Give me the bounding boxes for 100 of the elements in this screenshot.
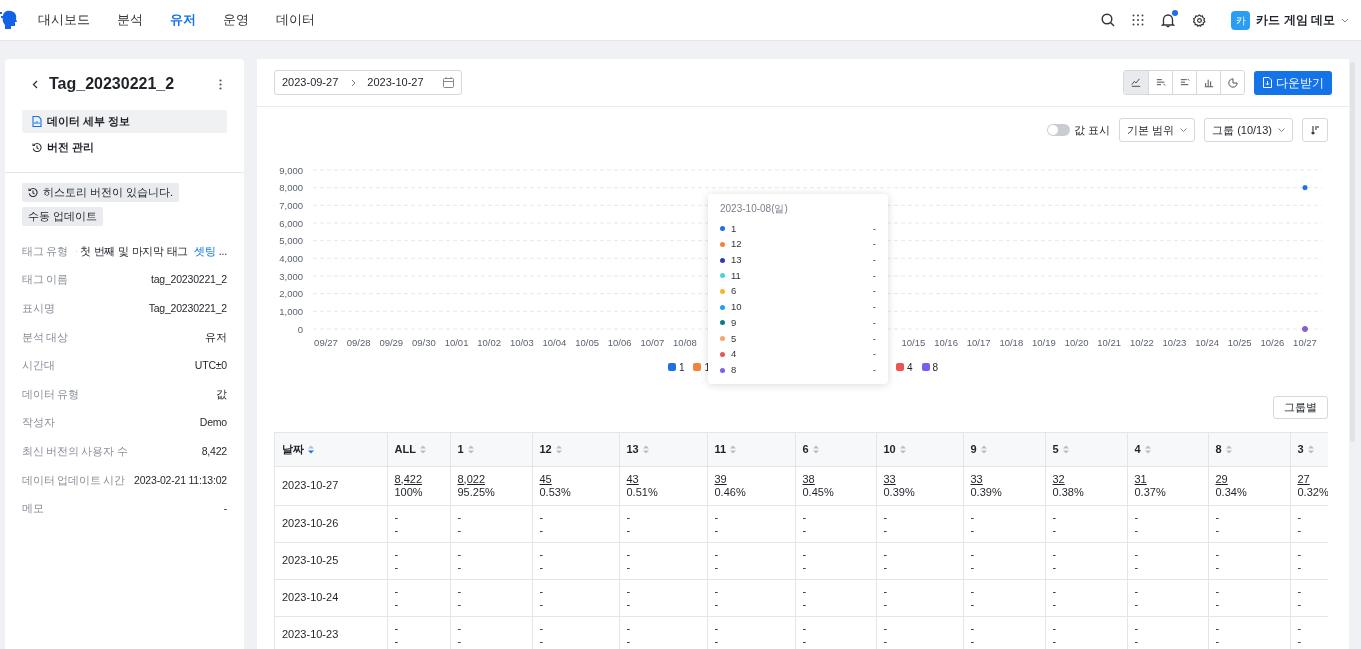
count-value[interactable]: 33 (970, 472, 983, 486)
back-icon[interactable] (32, 79, 38, 89)
sort-icon[interactable] (730, 444, 737, 454)
x-tick-label: 10/21 (1097, 337, 1122, 348)
count-value[interactable]: 43 (626, 472, 639, 486)
calendar-icon[interactable] (443, 77, 454, 88)
percent-value: - (394, 560, 399, 574)
count-value[interactable]: 29 (1215, 472, 1228, 486)
count-value: - (394, 584, 399, 598)
sort-icon[interactable] (642, 444, 649, 454)
count-value[interactable]: 32 (1052, 472, 1065, 486)
percent-value: - (714, 560, 719, 574)
percent-value: - (1134, 560, 1139, 574)
count-value: - (802, 584, 807, 598)
property-value: Demo (199, 415, 227, 431)
sort-icon[interactable] (419, 444, 426, 454)
status-tag: 히스토리 버전이 있습니다. (22, 183, 180, 202)
sort-icon[interactable] (555, 444, 562, 454)
sort-icon[interactable] (1307, 444, 1314, 454)
sidebar-menu-item[interactable]: 버전 관리 (22, 136, 227, 159)
property-value: - (223, 501, 227, 517)
y-tick-label: 1,000 (279, 305, 303, 317)
percent-value: - (539, 523, 544, 537)
more-icon[interactable] (219, 78, 222, 90)
sort-icon[interactable] (308, 444, 314, 454)
document-icon (32, 116, 42, 127)
logo-icon[interactable] (0, 10, 18, 30)
property-value: 유저 (205, 329, 227, 345)
count-value[interactable]: 31 (1134, 472, 1147, 486)
count-value: - (394, 621, 399, 635)
percent-value: - (970, 634, 975, 648)
percent-value: - (1297, 597, 1302, 611)
column-header: 9 (970, 442, 977, 457)
property-label: 태그 이름 (22, 272, 68, 288)
sort-icon[interactable] (467, 444, 474, 454)
count-value: - (1297, 510, 1302, 524)
end-date: 2023-10-27 (367, 75, 424, 91)
toggle-switch[interactable] (1046, 124, 1070, 136)
count-value[interactable]: 8,022 (457, 472, 486, 486)
count-value: - (714, 621, 719, 635)
percent-value: - (883, 597, 888, 611)
chevron-down-icon[interactable] (1341, 17, 1349, 23)
percent-value: - (394, 634, 399, 648)
x-tick-label: 10/16 (934, 337, 958, 348)
legend-item[interactable]: 4 (896, 359, 913, 375)
percent-value: - (457, 634, 462, 648)
x-tick-label: 10/04 (542, 337, 567, 348)
chart-type-button[interactable] (1124, 71, 1148, 94)
legend-item[interactable]: 8 (921, 359, 939, 375)
settings-icon[interactable] (1193, 13, 1207, 27)
date-cell: 2023-10-24 (282, 591, 339, 603)
chart-type-button[interactable] (1220, 71, 1244, 94)
sort-icon[interactable] (1062, 444, 1069, 454)
percent-value: - (1134, 597, 1139, 611)
count-value[interactable]: 39 (714, 472, 727, 486)
sort-icon[interactable] (899, 444, 906, 454)
count-value: - (1052, 584, 1057, 598)
sort-icon[interactable] (812, 444, 819, 454)
grid-icon[interactable] (1132, 14, 1145, 26)
column-header: ALL (394, 442, 416, 457)
nav-tab[interactable]: 분석 (117, 10, 143, 30)
percent-value: - (970, 560, 975, 574)
count-value: - (1215, 621, 1220, 635)
date-range-field[interactable]: 2023-09-27 2023-10-27 (274, 70, 462, 95)
percent-value: - (714, 523, 719, 537)
percent-value: - (394, 523, 399, 537)
sort-icon[interactable] (1144, 444, 1151, 454)
count-value[interactable]: 8,422 (394, 472, 423, 486)
download-button[interactable]: 다운받기 (1254, 70, 1332, 95)
nav-tab[interactable]: 대시보드 (38, 10, 90, 30)
count-value: - (539, 621, 544, 635)
project-name[interactable]: 카드 게임 데모 (1256, 11, 1335, 29)
date-cell: 2023-10-25 (282, 554, 339, 566)
more-text[interactable]: ... (218, 243, 227, 260)
bell-icon[interactable] (1161, 12, 1176, 28)
group-view-button[interactable]: 그룹별 (1273, 396, 1328, 419)
nav-tab[interactable]: 운영 (223, 10, 249, 30)
sort-button[interactable] (1302, 118, 1328, 142)
history-icon (28, 187, 38, 198)
count-value[interactable]: 33 (883, 472, 896, 486)
toggle-label: 값 표시 (1073, 122, 1110, 138)
group-dropdown[interactable]: 그룹 (10/13) (1204, 118, 1293, 142)
x-tick-label: 10/26 (1260, 337, 1285, 348)
y-tick-label: 9,000 (279, 164, 303, 176)
sort-icon[interactable] (1225, 444, 1232, 454)
search-icon[interactable] (1101, 13, 1116, 27)
sidebar-menu-item[interactable]: 데이터 세부 정보 (22, 110, 227, 133)
count-value: - (883, 584, 888, 598)
property-value: 값 (216, 386, 227, 402)
count-value[interactable]: 27 (1297, 472, 1310, 486)
count-value[interactable]: 45 (539, 472, 552, 486)
count-value[interactable]: 38 (802, 472, 815, 486)
scrollbar[interactable] (1350, 62, 1355, 442)
sort-icon[interactable] (980, 444, 987, 454)
legend-item[interactable]: 1 (667, 359, 685, 375)
nav-tab[interactable]: 유저 (170, 10, 196, 30)
settings-link[interactable]: 셋팅 (194, 243, 216, 260)
percent-value: - (539, 634, 544, 648)
range-dropdown[interactable]: 기본 범위 (1119, 118, 1196, 142)
nav-tab[interactable]: 데이터 (276, 10, 315, 30)
